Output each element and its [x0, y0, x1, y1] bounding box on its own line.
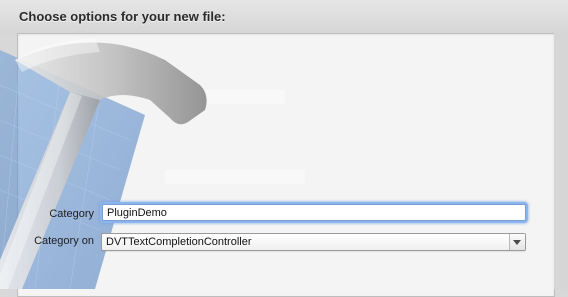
category-on-selected-value: DVTTextCompletionController: [106, 236, 252, 248]
options-panel: [17, 33, 555, 297]
category-on-label: Category on: [34, 235, 94, 247]
chevron-down-icon[interactable]: [509, 234, 525, 250]
sheet-header: Choose options for your new file:: [0, 0, 568, 33]
sheet-title: Choose options for your new file:: [19, 9, 226, 24]
sheet-edge: [554, 33, 568, 289]
category-on-select[interactable]: DVTTextCompletionController: [101, 233, 526, 251]
category-label: Category: [49, 208, 94, 220]
category-input[interactable]: [102, 204, 526, 221]
